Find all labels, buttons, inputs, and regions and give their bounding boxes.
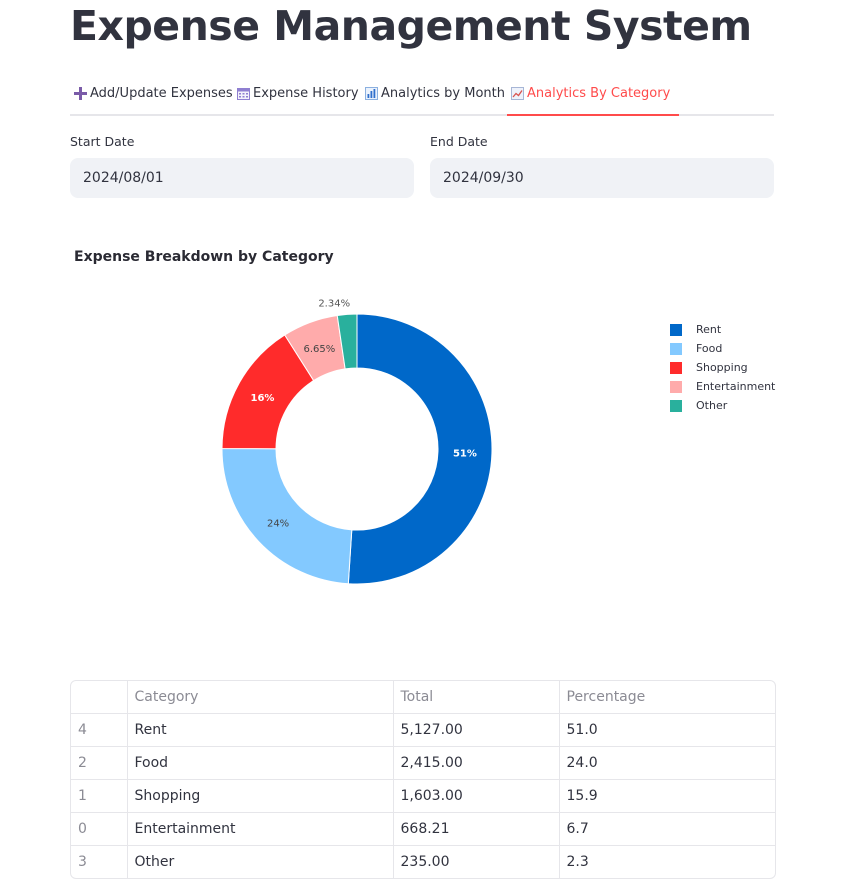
row-index: 1 [71, 779, 128, 813]
legend-item-other[interactable]: Other [670, 396, 775, 415]
table-row[interactable]: 0 Entertainment 668.21 6.7 [71, 812, 775, 846]
percentage-cell: 51.0 [559, 713, 775, 747]
total-cell: 1,603.00 [393, 779, 560, 813]
legend-swatch [670, 380, 682, 393]
table-row[interactable]: 1 Shopping 1,603.00 15.9 [71, 779, 775, 813]
start-date-input[interactable] [70, 158, 414, 198]
row-index: 2 [71, 746, 128, 780]
tab-add-update-expenses[interactable]: Add/Update Expenses [73, 72, 233, 114]
row-index: 0 [71, 812, 128, 846]
tab-analytics-by-month[interactable]: Analytics by Month [364, 72, 505, 114]
table-row[interactable]: 3 Other 235.00 2.3 [71, 845, 775, 878]
tab-label: Analytics By Category [527, 85, 671, 101]
end-date-label: End Date [430, 134, 488, 149]
tab-label: Add/Update Expenses [90, 85, 233, 101]
tab-bar: Add/Update Expenses Expense History Anal… [70, 72, 774, 116]
end-date-input[interactable] [430, 158, 774, 198]
start-date-label: Start Date [70, 134, 135, 149]
legend-label: Entertainment [696, 380, 776, 393]
legend-item-entertainment[interactable]: Entertainment [670, 377, 775, 396]
table-row[interactable]: 2 Food 2,415.00 24.0 [71, 746, 775, 780]
percentage-cell: 15.9 [559, 779, 775, 813]
tab-expense-history[interactable]: Expense History [236, 72, 359, 114]
legend-swatch [670, 342, 682, 355]
slice-label-food: 24% [267, 519, 289, 530]
slice-label-entertainment: 6.65% [303, 344, 335, 355]
table-header-row: Category Total Percentage [71, 681, 775, 714]
category-cell: Food [127, 746, 394, 780]
page-title: Expense Management System [70, 2, 752, 50]
total-cell: 2,415.00 [393, 746, 560, 780]
chart-title: Expense Breakdown by Category [74, 249, 334, 265]
calendar-icon [236, 86, 250, 100]
column-header-index[interactable] [71, 681, 128, 714]
line-chart-icon [510, 86, 524, 100]
legend-swatch [670, 399, 682, 412]
tab-analytics-by-category[interactable]: Analytics By Category [506, 72, 680, 116]
total-cell: 668.21 [393, 812, 560, 846]
donut-chart: 51% 24% 16% 6.65% 2.34% [221, 298, 493, 585]
legend-label: Other [696, 399, 728, 412]
legend-item-food[interactable]: Food [670, 339, 775, 358]
legend-item-shopping[interactable]: Shopping [670, 358, 775, 377]
chart-legend: Rent Food Shopping Entertainment Other [670, 320, 775, 415]
app-page: Expense Management System Add/Update Exp… [0, 0, 859, 883]
category-cell: Rent [127, 713, 394, 747]
legend-swatch [670, 323, 682, 336]
column-header-total[interactable]: Total [393, 681, 560, 714]
row-index: 3 [71, 845, 128, 878]
legend-label: Rent [696, 323, 722, 336]
plus-icon [73, 86, 87, 100]
row-index: 4 [71, 713, 128, 747]
total-cell: 5,127.00 [393, 713, 560, 747]
category-cell: Shopping [127, 779, 394, 813]
category-cell: Entertainment [127, 812, 394, 846]
slice-food[interactable] [221, 448, 353, 585]
percentage-cell: 6.7 [559, 812, 775, 846]
category-cell: Other [127, 845, 394, 878]
slice-label-rent: 51% [453, 448, 477, 459]
total-cell: 235.00 [393, 845, 560, 878]
slice-label-shopping: 16% [251, 393, 275, 404]
tab-label: Expense History [253, 85, 359, 101]
tab-label: Analytics by Month [381, 85, 505, 101]
percentage-cell: 2.3 [566, 854, 589, 870]
percentage-cell: 24.0 [559, 746, 775, 780]
column-header-percentage[interactable]: Percentage [559, 681, 775, 714]
column-header-category[interactable]: Category [127, 681, 394, 714]
legend-swatch [670, 361, 682, 374]
bar-chart-icon [364, 86, 378, 100]
legend-item-rent[interactable]: Rent [670, 320, 775, 339]
category-table: Category Total Percentage 4 Rent 5,127.0… [70, 680, 776, 879]
legend-label: Shopping [696, 361, 748, 374]
legend-label: Food [696, 342, 723, 355]
slice-label-other: 2.34% [318, 298, 350, 309]
table-row[interactable]: 4 Rent 5,127.00 51.0 [71, 713, 775, 747]
